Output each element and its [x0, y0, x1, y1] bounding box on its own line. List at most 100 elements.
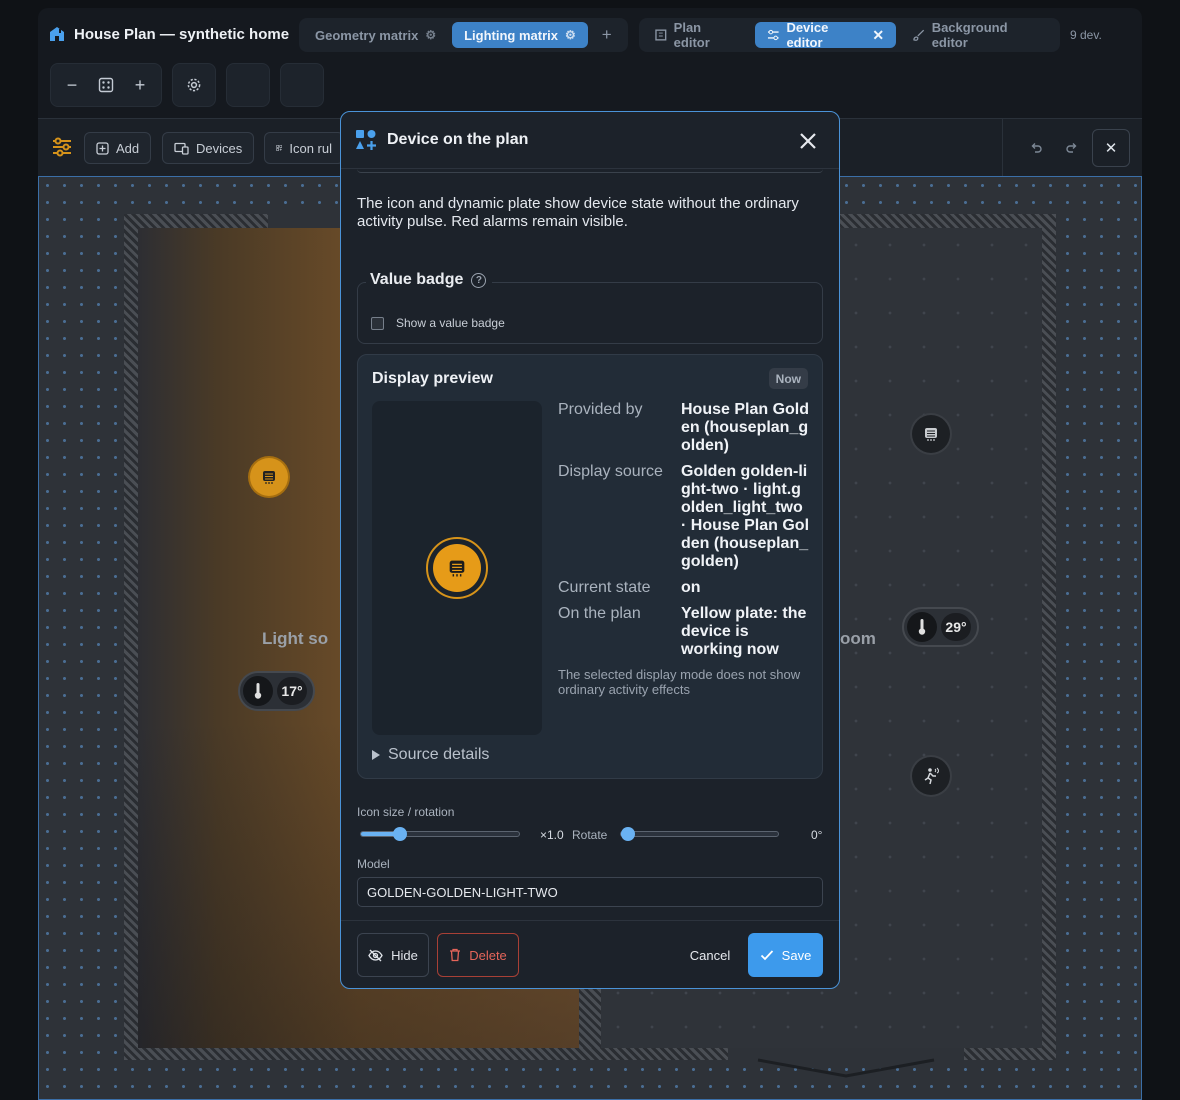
tab-label: Background editor	[931, 20, 1008, 50]
undo-icon	[1031, 143, 1042, 153]
shapes-plus-icon	[356, 130, 376, 150]
motion-sensor[interactable]	[912, 757, 950, 795]
tab-lighting-matrix[interactable]: Lighting matrix ⚙	[452, 22, 588, 48]
tab-label: Lighting matrix	[464, 27, 558, 43]
settings-button[interactable]	[172, 63, 216, 107]
room-label-right: oom	[840, 629, 876, 648]
thermometer-icon	[243, 676, 273, 706]
rotate-slider[interactable]	[620, 827, 779, 841]
icon-size-slider[interactable]	[360, 827, 520, 841]
toolbar-actions: ✕	[1002, 119, 1142, 177]
preview-device	[426, 537, 488, 599]
tab-geometry-matrix[interactable]: Geometry matrix ⚙	[303, 22, 448, 48]
display-preview: Display preview Now Provided by House Pl…	[357, 354, 823, 779]
icon-rules-icon	[276, 145, 283, 151]
light-device-off[interactable]	[912, 415, 950, 453]
hide-button[interactable]: Hide	[357, 933, 429, 977]
matrix-tabs: Geometry matrix ⚙ Lighting matrix ⚙ +	[299, 18, 628, 52]
source-details-label: Source details	[388, 746, 490, 763]
door-swing	[757, 1058, 935, 1078]
gear-icon: ⚙	[564, 28, 576, 42]
plan-icon	[655, 29, 667, 41]
filters-icon[interactable]	[50, 135, 74, 159]
temperature-sensor-left[interactable]: 17°	[238, 671, 315, 711]
trash-icon	[450, 948, 461, 962]
preview-stage	[372, 401, 542, 735]
eye-off-icon	[368, 949, 383, 961]
zoom-out-button[interactable]: −	[55, 68, 89, 102]
size-value: ×1.0	[540, 828, 564, 842]
now-badge: Now	[768, 368, 808, 389]
hide-label: Hide	[391, 947, 418, 963]
info-value: Yellow plate: the device is working now	[681, 605, 807, 658]
info-key: Display source	[558, 463, 663, 480]
tab-device-editor[interactable]: Device editor ✕	[754, 20, 897, 50]
close-icon[interactable]: ✕	[872, 27, 884, 44]
preview-info: Provided by House Plan Golden (houseplan…	[558, 401, 810, 697]
delete-button[interactable]: Delete	[437, 933, 519, 977]
add-button[interactable]: Add	[84, 132, 152, 164]
close-editor-button[interactable]: ✕	[1092, 129, 1130, 167]
zoom-fit-button[interactable]	[89, 68, 123, 102]
device-dialog: Device on the plan The icon and dynamic …	[340, 111, 840, 989]
icon-rules-button[interactable]: Icon rul	[264, 132, 344, 164]
app-title-text: House Plan — synthetic home	[74, 25, 290, 43]
add-label: Add	[116, 140, 140, 156]
tab-label: Geometry matrix	[315, 27, 419, 43]
fit-icon	[98, 77, 114, 93]
house-icon	[50, 27, 64, 41]
room-label-left: Light so	[262, 629, 329, 648]
device-count: 9 dev.	[1070, 28, 1102, 42]
tab-background-editor[interactable]: Background editor	[900, 20, 1056, 50]
info-row: Current state on	[558, 579, 810, 597]
app-bar-top-row: House Plan — synthetic home Geometry mat…	[38, 18, 1142, 52]
undo-button[interactable]	[1020, 132, 1052, 164]
empty-tool-button-1[interactable]	[226, 63, 270, 107]
info-value: Golden golden-light-two · light.golden_l…	[681, 463, 810, 570]
temperature-sensor-right[interactable]: 29°	[902, 607, 979, 647]
info-row: Provided by House Plan Golden (houseplan…	[558, 401, 810, 455]
plus-icon[interactable]: +	[592, 25, 622, 45]
value-badge-toggle[interactable]: Show a value badge	[371, 316, 505, 330]
slider-handle[interactable]	[393, 827, 407, 841]
tab-label: Device editor	[786, 20, 829, 50]
info-key: Provided by	[558, 401, 643, 418]
zoom-in-button[interactable]: +	[123, 68, 157, 102]
app-title: House Plan — synthetic home	[48, 25, 289, 43]
delete-label: Delete	[469, 947, 507, 963]
temperature-value: 29°	[941, 613, 971, 641]
light-icon	[449, 560, 465, 577]
icon-rules-label: Icon rul	[289, 140, 332, 156]
door-top	[268, 214, 348, 228]
info-value: on	[681, 579, 701, 596]
triangle-right-icon	[372, 750, 380, 760]
legend-text: Value badge	[370, 271, 464, 288]
devices-icon	[174, 142, 189, 155]
empty-tool-button-2[interactable]	[280, 63, 324, 107]
motion-icon	[924, 767, 939, 785]
value-badge-legend: Value badge ?	[366, 271, 493, 289]
redo-button[interactable]	[1056, 132, 1088, 164]
info-key: On the plan	[558, 605, 641, 622]
gear-icon	[187, 78, 201, 92]
zoom-controls: − +	[50, 63, 324, 107]
tab-plan-editor[interactable]: Plan editor	[643, 20, 751, 50]
source-details-toggle[interactable]: Source details	[372, 746, 489, 764]
sliders-icon	[767, 29, 779, 41]
save-button[interactable]: Save	[748, 933, 823, 977]
help-icon[interactable]: ?	[471, 272, 487, 288]
info-value: House Plan Golden (houseplan_golden)	[681, 401, 810, 454]
thermometer-icon	[907, 612, 937, 642]
model-input[interactable]: GOLDEN-GOLDEN-LIGHT-TWO	[357, 877, 823, 907]
close-icon[interactable]	[797, 130, 819, 152]
devices-button[interactable]: Devices	[162, 132, 255, 164]
slider-handle[interactable]	[621, 827, 635, 841]
rotate-label: Rotate	[572, 828, 608, 842]
minus-icon: −	[66, 74, 78, 95]
cancel-button[interactable]: Cancel	[679, 933, 741, 977]
add-icon	[96, 141, 109, 155]
value-badge-checkbox[interactable]	[371, 316, 384, 330]
light-device[interactable]	[250, 458, 288, 496]
tab-label: Plan editor	[673, 20, 710, 50]
zoom-group: − +	[50, 63, 162, 107]
